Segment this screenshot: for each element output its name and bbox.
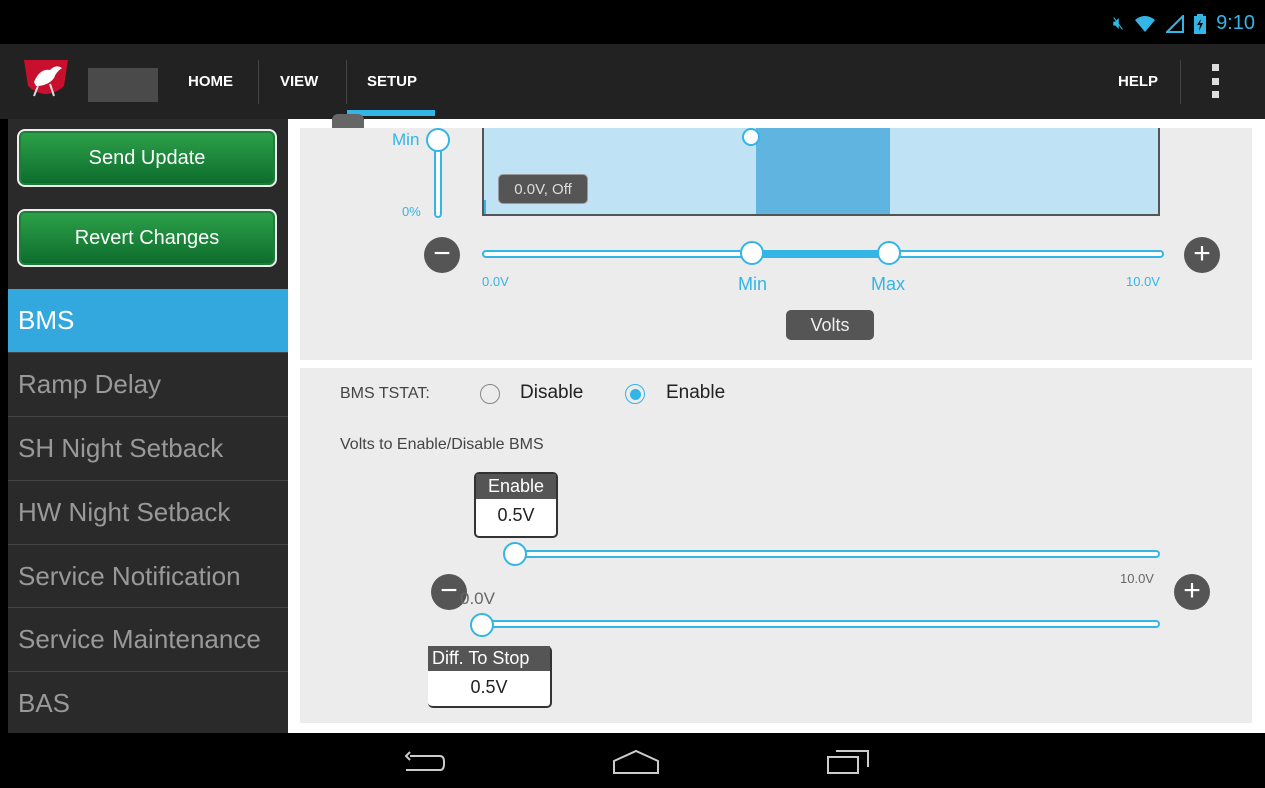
help-button[interactable]: HELP [1118, 44, 1158, 119]
tab-setup[interactable]: SETUP [367, 44, 417, 119]
overflow-menu-icon[interactable] [1212, 64, 1222, 98]
range-min-label: 0.0V [482, 274, 509, 289]
radio-disable-label[interactable]: Disable [520, 382, 583, 404]
divider [346, 60, 347, 104]
range-slider-max-thumb[interactable] [877, 241, 901, 265]
bms-tstat-label: BMS TSTAT: [340, 385, 430, 402]
send-update-button[interactable]: Send Update [17, 129, 277, 187]
graph-tooltip: 0.0V, Off [498, 174, 588, 204]
graph-origin-marker [484, 200, 496, 214]
enable-slider-thumb[interactable] [503, 542, 527, 566]
radio-enable[interactable] [625, 384, 645, 404]
volts-heading: Volts to Enable/Disable BMS [340, 436, 544, 453]
sidebar: Send Update Revert Changes BMS Ramp Dela… [8, 119, 288, 733]
stop-title: Diff. To Stop [428, 646, 550, 671]
tab-home[interactable]: HOME [188, 44, 233, 119]
status-bar: 🔇︎ 9:10 [0, 0, 1265, 44]
back-icon[interactable] [402, 750, 446, 774]
system-navigation-bar [0, 733, 1265, 788]
divider [258, 60, 259, 104]
home-icon[interactable] [612, 749, 660, 775]
sidebar-item-sh-night-setback[interactable]: SH Night Setback [8, 416, 288, 479]
sidebar-item-bas[interactable]: BAS [8, 671, 288, 734]
clock: 9:10 [1216, 12, 1255, 34]
vertical-slider-top-label: Min [392, 130, 420, 149]
active-range-band [756, 128, 890, 214]
range-max-label: 10.0V [1126, 274, 1160, 289]
sidebar-item-bms[interactable]: BMS [8, 289, 288, 352]
bms-settings-panel: BMS TSTAT: Disable Enable Volts to Enabl… [300, 368, 1252, 723]
recent-apps-icon[interactable] [826, 749, 870, 775]
vertical-slider-thumb[interactable] [426, 128, 450, 152]
stop-value: 0.5V [470, 677, 508, 697]
scroll-handle[interactable] [332, 114, 364, 128]
enable-slider-track[interactable] [508, 550, 1160, 558]
radio-enable-label[interactable]: Enable [666, 382, 725, 404]
increase-button[interactable]: + [1184, 237, 1220, 273]
range-thumb-max-label: Max [871, 274, 906, 294]
unit-button[interactable]: Volts [786, 310, 874, 340]
enable-max-label: 10.0V [1120, 571, 1154, 586]
status-icons: 🔇︎ 9:10 [1113, 12, 1255, 35]
range-slider-selection [752, 251, 890, 257]
radio-disable[interactable] [480, 384, 500, 404]
range-slider-min-thumb[interactable] [740, 241, 764, 265]
device-name-box [88, 68, 158, 102]
sidebar-item-service-maintenance[interactable]: Service Maintenance [8, 607, 288, 670]
tab-view[interactable]: VIEW [280, 44, 318, 119]
enable-value: 0.5V [497, 505, 535, 525]
signal-icon [1166, 14, 1185, 33]
enable-value-box: Enable 0.5V [474, 472, 558, 538]
vertical-slider-bottom-label: 0% [402, 204, 421, 219]
stop-min-label: 0.0V [460, 589, 495, 608]
stop-slider-thumb[interactable] [470, 613, 494, 637]
decrease-button[interactable]: − [424, 237, 460, 273]
battery-icon [1194, 13, 1207, 34]
app-logo [24, 60, 68, 97]
sidebar-item-service-notification[interactable]: Service Notification [8, 544, 288, 607]
wifi-icon [1135, 15, 1156, 32]
graph-marker [742, 128, 760, 146]
increase-enable-button[interactable]: + [1174, 574, 1210, 610]
revert-changes-button[interactable]: Revert Changes [17, 209, 277, 267]
stop-slider-track[interactable] [476, 620, 1160, 628]
enable-title: Enable [476, 474, 556, 499]
vertical-slider-track[interactable] [434, 144, 442, 218]
divider [1180, 60, 1181, 104]
sidebar-item-hw-night-setback[interactable]: HW Night Setback [8, 480, 288, 543]
action-bar: HOME VIEW SETUP HELP [0, 44, 1265, 119]
mute-icon: 🔇︎ [1112, 13, 1125, 33]
stop-value-box: Diff. To Stop 0.5V [428, 646, 552, 708]
range-thumb-min-label: Min [738, 274, 768, 294]
output-chart-panel: Min 0% 0.0V, Off − + 0.0V Min Max 10.0V … [300, 128, 1252, 360]
sidebar-item-ramp-delay[interactable]: Ramp Delay [8, 352, 288, 415]
